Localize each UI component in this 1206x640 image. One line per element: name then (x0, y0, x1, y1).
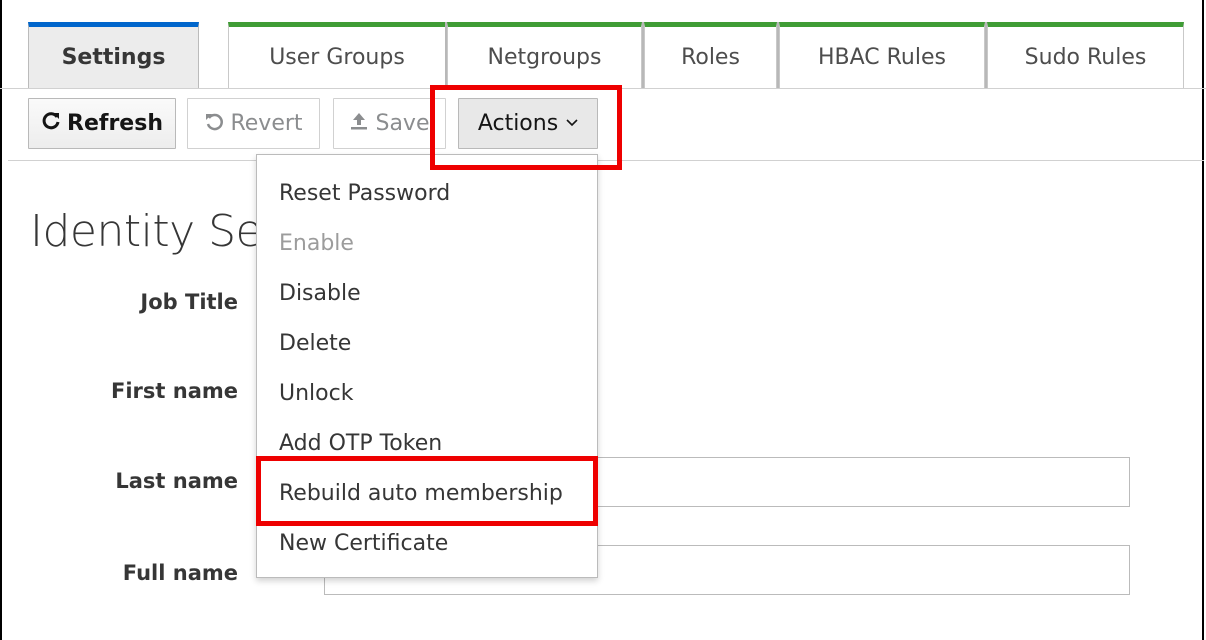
tab-hbac-rules[interactable]: HBAC Rules (779, 22, 985, 88)
page-title: Identity Set (30, 206, 279, 257)
menu-item-disable[interactable]: Disable (257, 269, 597, 319)
menu-item-rebuild-auto-membership[interactable]: Rebuild auto membership (257, 469, 597, 519)
tab-label: Netgroups (487, 45, 602, 70)
actions-label: Actions (477, 111, 559, 136)
tab-label: Roles (681, 45, 740, 70)
chevron-down-icon (566, 116, 578, 132)
tab-settings[interactable]: Settings (28, 22, 199, 88)
refresh-label: Refresh (67, 111, 163, 136)
menu-item-unlock[interactable]: Unlock (257, 369, 597, 419)
window-frame (0, 0, 1204, 640)
menu-item-delete[interactable]: Delete (257, 319, 597, 369)
field-label-full-name: Full name (122, 561, 238, 585)
tab-bar-divider (0, 88, 1206, 89)
menu-item-enable[interactable]: Enable (257, 219, 597, 269)
upload-icon (349, 111, 369, 136)
save-button[interactable]: Save (333, 98, 446, 149)
undo-icon (204, 111, 224, 136)
toolbar-divider (8, 160, 1204, 161)
field-label-first-name: First name (111, 379, 238, 403)
tab-user-groups[interactable]: User Groups (228, 22, 446, 88)
save-label: Save (375, 111, 430, 136)
menu-item-reset-password[interactable]: Reset Password (257, 169, 597, 219)
tab-netgroups[interactable]: Netgroups (447, 22, 642, 88)
revert-label: Revert (230, 111, 303, 136)
actions-dropdown-button[interactable]: Actions (458, 98, 598, 149)
tab-label: User Groups (269, 45, 405, 70)
field-label-last-name: Last name (115, 469, 238, 493)
tab-label: Settings (61, 45, 166, 70)
actions-menu: Reset Password Enable Disable Delete Unl… (256, 154, 598, 578)
menu-item-new-certificate[interactable]: New Certificate (257, 519, 597, 569)
tab-label: HBAC Rules (817, 45, 946, 70)
tab-label: Sudo Rules (1024, 45, 1147, 70)
refresh-icon (41, 111, 61, 136)
field-label-job-title: Job Title (140, 290, 238, 314)
refresh-button[interactable]: Refresh (28, 98, 176, 149)
revert-button[interactable]: Revert (187, 98, 320, 149)
menu-item-add-otp-token[interactable]: Add OTP Token (257, 419, 597, 469)
tab-roles[interactable]: Roles (644, 22, 777, 88)
tab-sudo-rules[interactable]: Sudo Rules (987, 22, 1184, 88)
